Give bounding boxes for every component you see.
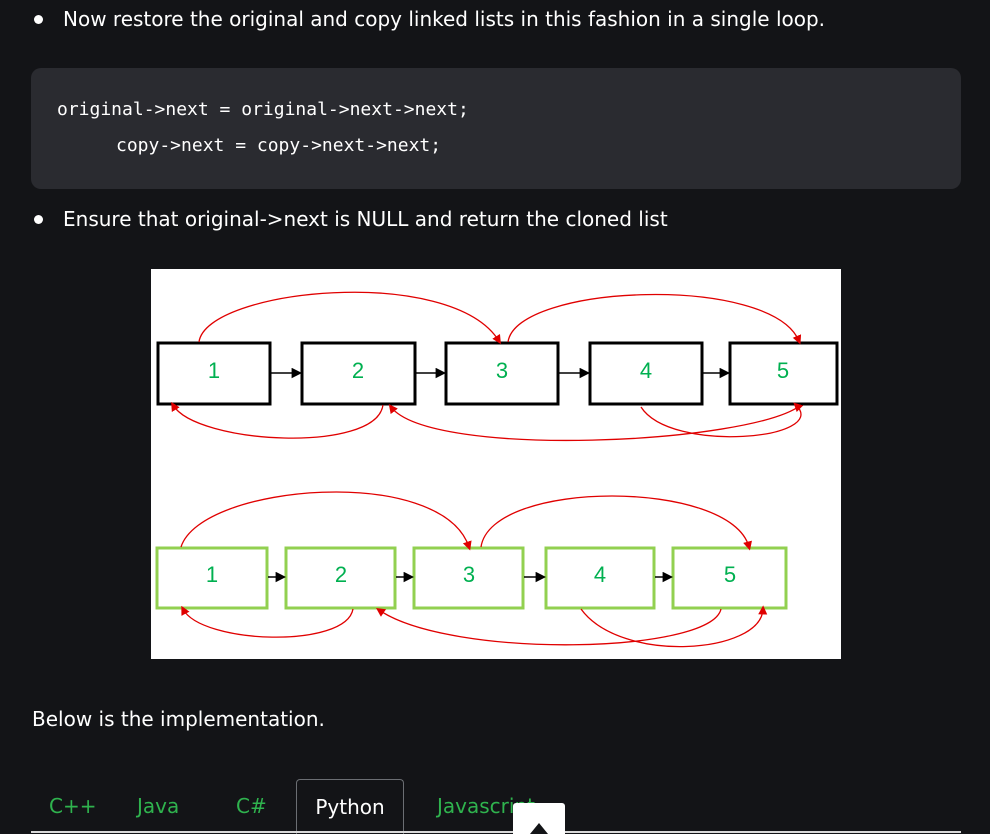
- code-line-original: original->next = original->next->next;: [57, 99, 469, 120]
- top-node-label: 3: [496, 358, 508, 383]
- implementation-heading: Below is the implementation.: [32, 707, 325, 731]
- top-arc-1-to-3: [198, 291, 501, 345]
- linked-list-diagram-svg: 1 2 3 4 5 1 2 3 4 5: [155, 291, 839, 648]
- bottom-arc-4-to-2: [375, 607, 722, 646]
- bullet-dot-icon: [34, 14, 43, 24]
- tab-python[interactable]: Python: [296, 779, 404, 834]
- bullet-ensure-text: Ensure that original->next is NULL and r…: [63, 207, 668, 231]
- top-node-label: 2: [352, 358, 364, 383]
- scroll-to-top-button[interactable]: [513, 803, 565, 834]
- bottom-arc-4-loop: [580, 605, 768, 648]
- linked-list-diagram: 1 2 3 4 5 1 2 3 4 5: [151, 269, 841, 659]
- top-node-label: 1: [208, 358, 220, 383]
- tab-java[interactable]: Java: [137, 794, 179, 818]
- top-node-label: 5: [777, 358, 789, 383]
- top-arc-3-to-5: [507, 293, 802, 345]
- tabs-divider: [31, 831, 961, 833]
- bottom-node-label: 5: [724, 562, 736, 587]
- chevron-up-icon: [530, 823, 548, 834]
- bottom-arc-3-to-5: [480, 495, 752, 551]
- code-block: original->next = original->next->next; c…: [31, 68, 961, 189]
- top-arc-5-loop: [640, 402, 804, 438]
- top-arc-2-to-1: [171, 401, 384, 439]
- bullet-restore: Now restore the original and copy linked…: [34, 7, 825, 31]
- code-line-copy: copy->next = copy->next->next;: [116, 135, 442, 156]
- bullet-restore-text: Now restore the original and copy linked…: [63, 7, 826, 31]
- bottom-node-label: 3: [463, 562, 475, 587]
- top-node-label: 4: [640, 358, 652, 383]
- bottom-node-label: 1: [206, 562, 218, 587]
- bottom-arc-1-to-3: [180, 491, 472, 551]
- bottom-arc-2-to-1: [181, 605, 354, 638]
- top-arc-4-to-2: [388, 404, 802, 442]
- tab-csharp[interactable]: C#: [236, 794, 267, 818]
- bottom-node-label: 4: [594, 562, 606, 587]
- tab-cpp[interactable]: C++: [49, 794, 96, 818]
- bullet-dot-icon: [34, 214, 43, 224]
- bottom-node-label: 2: [335, 562, 347, 587]
- language-tabs: C++ Java C# Python Javascript: [0, 778, 990, 834]
- bullet-ensure: Ensure that original->next is NULL and r…: [34, 207, 668, 231]
